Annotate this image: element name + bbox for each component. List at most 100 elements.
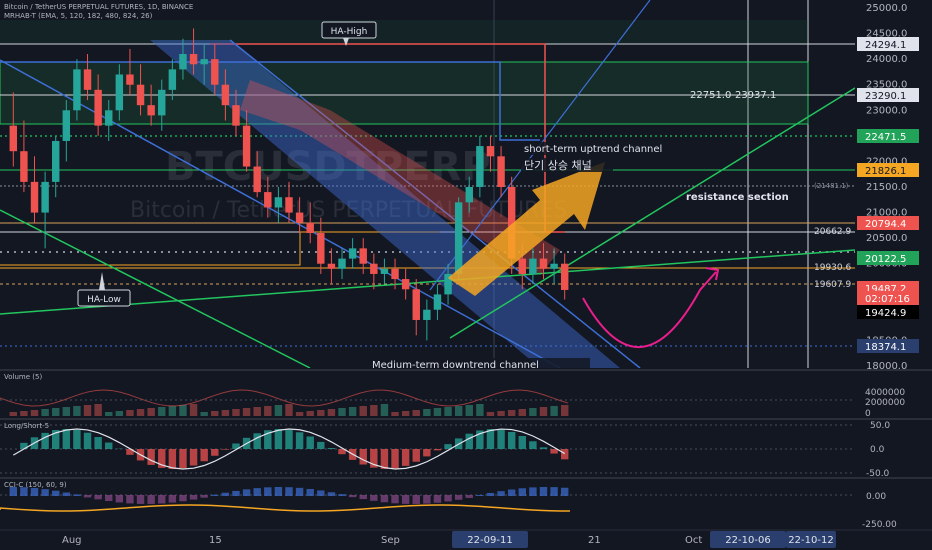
time-tick-aug: Aug [62, 535, 82, 546]
candle-body [454, 202, 463, 274]
cci-tick-1: 0.00 [866, 492, 886, 502]
volume-bar [348, 407, 357, 416]
candle-body [242, 125, 251, 167]
volume-bar [539, 407, 548, 416]
time-badge-10-06-text: 22-10-06 [725, 535, 770, 546]
ls-bar [391, 449, 399, 469]
cci-bar [158, 495, 166, 504]
ls-bar [401, 449, 410, 466]
ls-bar [62, 429, 71, 449]
ls-bar [285, 429, 293, 449]
symbol-title[interactable]: Bitcoin / TetherUS PERPETUAL FUTURES, 1D… [4, 3, 193, 11]
ls-bar [465, 433, 473, 449]
cci-bar [338, 494, 346, 496]
ls-bar [105, 442, 113, 449]
upper-green-zone [0, 20, 808, 44]
candle-body [380, 268, 389, 274]
cci-bar [264, 487, 272, 496]
volume-bar [454, 406, 463, 416]
candle-body [115, 74, 124, 111]
volume-bar [370, 405, 378, 416]
cci-bar [147, 495, 155, 504]
cci-bar [518, 488, 526, 496]
cci-bar [295, 487, 304, 496]
ls-bar [550, 449, 558, 454]
cci-bar [380, 495, 389, 503]
longshort-title: Long/Short-5 [4, 422, 49, 430]
cci-bar [94, 495, 102, 500]
ls-bar [295, 432, 304, 449]
volume-bar [401, 411, 410, 416]
ls-bar [560, 449, 569, 460]
candle-body [158, 89, 166, 116]
price-tick: 20500.0 [866, 233, 907, 244]
trading-chart[interactable]: BTCUSDTPERP Bitcoin / TetherUS PERPETUAL… [0, 0, 932, 550]
cci-tick-2: -250.00 [862, 520, 897, 530]
volume-bar [221, 410, 230, 416]
ls-bar [274, 429, 283, 449]
volume-bar [179, 405, 187, 416]
volume-bar [444, 407, 452, 416]
price-badge-text: 21826.1 [865, 166, 906, 177]
cci-bar [423, 495, 431, 504]
candle-body [105, 110, 113, 126]
ls-bar [359, 449, 367, 465]
level-19607-label: 19607.9 [814, 280, 851, 290]
volume-bar [73, 406, 81, 416]
short-term-ko-label: 단기 상승 채널 [524, 159, 592, 172]
volume-bar [62, 407, 71, 416]
cci-bar [285, 487, 293, 496]
longshort-tick-2: 0.0 [870, 445, 885, 455]
time-tick-21: 21 [588, 535, 601, 546]
candle-body [232, 105, 240, 126]
volume-bar [200, 412, 208, 416]
cci-bar [348, 495, 357, 498]
candle-body [539, 258, 548, 269]
volume-bar [317, 410, 325, 416]
volume-bar [529, 408, 537, 416]
cci-bar [200, 495, 208, 498]
candle-body [20, 151, 28, 182]
cci-bar [115, 495, 124, 503]
candle-body [391, 268, 399, 280]
volume-bar [306, 411, 314, 416]
volume-bar [550, 406, 558, 416]
cci-bar [211, 494, 219, 496]
candle-body [306, 222, 314, 234]
volume-bar [359, 406, 367, 416]
candle-body [518, 258, 526, 274]
volume-bar [380, 404, 389, 416]
cci-bar [327, 492, 336, 496]
indicator-title[interactable]: MRHAB-T (EMA, 5, 120, 182, 480, 824, 26) [4, 12, 153, 20]
price-badge-text: 24294.1 [865, 40, 906, 51]
cci-bar [476, 494, 484, 496]
cci-bar [550, 487, 558, 496]
candle-body [412, 289, 420, 320]
ls-bar [168, 449, 177, 469]
cci-bar [253, 488, 261, 496]
volume-bar [264, 406, 272, 416]
volume-bar [486, 412, 495, 416]
ls-bar [423, 449, 431, 457]
cci-bar [497, 491, 505, 496]
candle-body [200, 59, 208, 65]
price-tick: 23000.0 [866, 105, 907, 116]
price-badge-text: 18374.1 [865, 342, 906, 353]
ls-bar [147, 449, 155, 465]
ls-bar [83, 432, 92, 449]
volume-bar [168, 406, 177, 416]
price-badge-text: 22471.5 [865, 132, 906, 143]
volume-bar [285, 404, 293, 416]
candle-body [497, 156, 505, 187]
ls-bar [380, 449, 389, 469]
volume-bar [497, 411, 505, 416]
ls-bar [497, 429, 505, 449]
price-tick: 25000.0 [866, 3, 907, 14]
time-tick-15: 15 [209, 535, 222, 546]
candle-body [338, 258, 346, 269]
candle-body [327, 263, 336, 269]
volume-bar [253, 407, 261, 416]
candle-body [126, 74, 134, 85]
volume-bar [211, 411, 219, 416]
volume-bar [9, 412, 18, 416]
